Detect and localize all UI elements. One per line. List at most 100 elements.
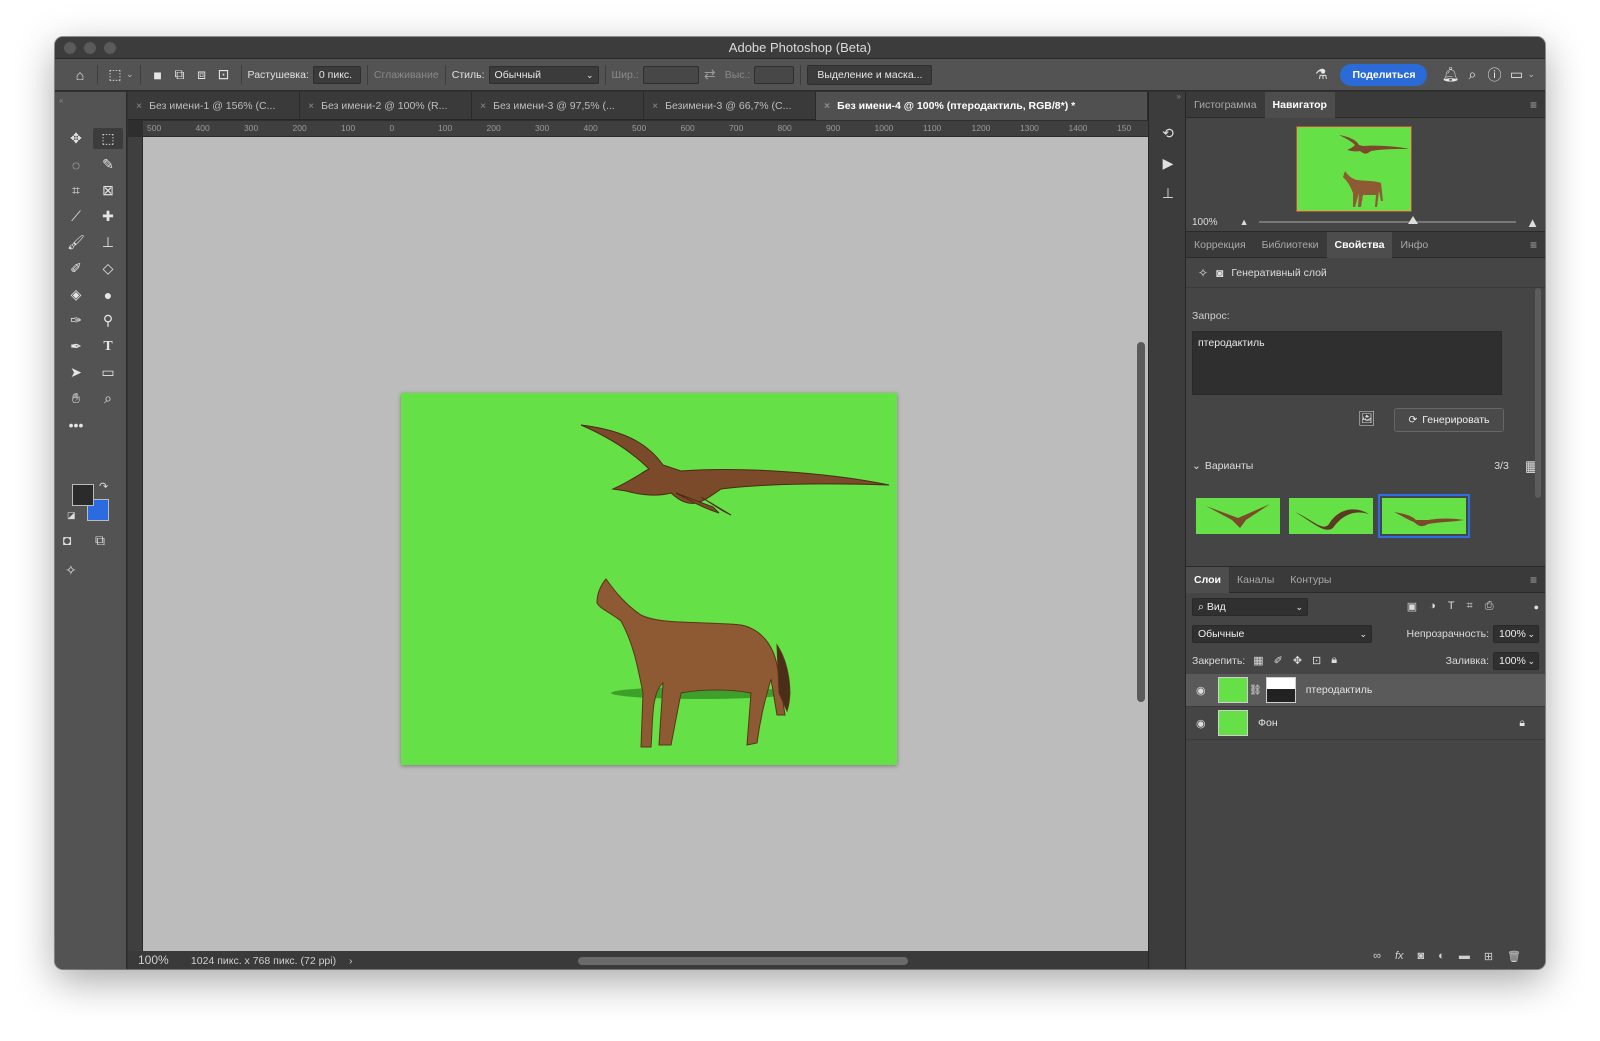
stamp-tool-icon[interactable]: ⊥ [93,232,123,253]
default-colors-icon[interactable]: ◪ [67,510,76,521]
healing-brush-tool-icon[interactable]: ✚ [93,206,123,227]
subtract-selection-icon[interactable]: ⧈ [191,64,213,86]
lock-all-icon[interactable]: 🔒︎ [1331,654,1337,667]
share-button[interactable]: Поделиться [1340,63,1428,86]
visibility-eye-icon[interactable]: ◉ [1196,684,1214,697]
canvas-pasteboard[interactable] [143,137,1148,951]
lock-pixels-icon[interactable]: ✐ [1274,654,1283,667]
close-tab-icon[interactable]: × [308,100,314,112]
screen-mode-icon[interactable]: ⧉ [95,532,105,549]
clone-source-icon[interactable]: ⊥ [1149,178,1187,208]
close-tab-icon[interactable]: × [824,100,830,112]
lock-position-icon[interactable]: ✥ [1293,654,1302,667]
filter-smart-icon[interactable]: ⎙ [1485,600,1494,613]
layer-row-background[interactable]: ◉ Фон 🔒︎ [1186,707,1545,740]
height-input[interactable] [754,65,795,84]
adjustment-layer-icon[interactable]: ◐ [1438,950,1445,963]
crop-tool-icon[interactable]: ⌗ [61,180,91,201]
collapse-icon[interactable]: » [1149,92,1185,118]
fill-input[interactable]: 100% ⌄ [1493,651,1539,670]
swap-icon[interactable]: ⇄ [699,64,721,86]
variant-thumb-2[interactable] [1289,498,1373,534]
chevron-down-icon[interactable]: ⌄ [126,69,134,80]
close-tab-icon[interactable]: × [652,100,658,112]
bell-icon[interactable]: 🔔︎ [1439,64,1461,86]
navigator-zoom-slider[interactable] [1258,216,1517,224]
new-group-icon[interactable]: ▬ [1459,950,1470,963]
tab-histogram[interactable]: Гистограмма [1186,92,1265,118]
layer-name[interactable]: птеродактиль [1306,684,1373,696]
lock-transparency-icon[interactable]: ▦ [1253,654,1263,667]
vertical-scrollbar[interactable] [1137,342,1145,702]
generate-button[interactable]: ⟳ Генерировать [1394,408,1504,432]
style-select[interactable]: Обычный ⌄ [488,65,599,84]
tab-layers[interactable]: Слои [1186,566,1229,593]
filter-type-icon[interactable]: T [1448,600,1455,613]
dodge-tool-icon[interactable]: ✑ [61,310,91,331]
navigator-thumbnail[interactable] [1296,126,1412,212]
tab-doc-5-active[interactable]: × Без имени-4 @ 100% (птеродактиль, RGB/8… [816,92,1148,120]
filter-adjustment-icon[interactable]: ◑ [1429,600,1436,613]
panel-menu-icon[interactable]: ≡ [1530,238,1537,252]
lock-icon[interactable]: 🔒︎ [1519,717,1525,730]
blur-tool-icon[interactable]: ● [93,284,123,305]
link-layers-icon[interactable]: ∞ [1373,950,1381,963]
frame-tool-icon[interactable]: ⊠ [93,180,123,201]
visibility-eye-icon[interactable]: ◉ [1196,717,1214,730]
opacity-input[interactable]: 100% ⌄ [1493,624,1539,643]
reference-image-icon[interactable]: 🖼︎ [1358,410,1376,427]
tab-doc-1[interactable]: × Без имени-1 @ 156% (С... [128,92,300,120]
search-icon[interactable]: ⌕ [1461,64,1483,86]
chevron-down-icon[interactable]: ⌄ [1527,69,1535,80]
tab-channels[interactable]: Каналы [1229,567,1282,593]
close-tab-icon[interactable]: × [480,100,486,112]
antialias-checkbox[interactable]: Сглаживание [374,69,439,81]
tab-info[interactable]: Инфо [1392,232,1436,258]
generative-fill-icon[interactable]: ✧ [65,562,77,579]
pen-tool-icon[interactable]: ✒ [61,336,91,357]
marquee-preset-icon[interactable]: ⬚ [104,64,126,86]
chain-link-icon[interactable]: ⛓︎ [1249,685,1262,696]
close-tab-icon[interactable]: × [136,100,142,112]
variants-header[interactable]: ⌄ Варианты 3/3 ▦ [1192,458,1539,475]
layer-thumbnail[interactable] [1218,677,1248,703]
quick-select-tool-icon[interactable]: ✎ [93,154,123,175]
tab-doc-3[interactable]: × Без имени-3 @ 97,5% (... [472,92,644,120]
add-mask-icon[interactable]: ◙ [1418,950,1425,963]
zoom-out-icon[interactable]: ▲ [1240,217,1249,227]
filter-toggle-icon[interactable]: ● [1534,602,1539,612]
select-and-mask-button[interactable]: Выделение и маска... [807,64,933,85]
quick-mask-icon[interactable]: ◘ [63,532,71,548]
lasso-tool-icon[interactable]: ◌ [61,154,91,175]
horizontal-scrollbar[interactable] [578,957,908,965]
tab-adjustments[interactable]: Коррекция [1186,232,1254,258]
fx-icon[interactable]: fx [1395,950,1404,963]
layer-name[interactable]: Фон [1258,717,1519,729]
prompt-textarea[interactable]: птеродактиль [1192,331,1502,395]
filter-shape-icon[interactable]: ⌗ [1467,600,1473,613]
variant-thumb-1[interactable] [1196,498,1280,534]
eraser-tool-icon[interactable]: ◇ [93,258,123,279]
path-select-tool-icon[interactable]: ➤ [61,362,91,383]
maximize-window-button[interactable] [104,42,116,54]
move-tool-icon[interactable]: ✥ [61,128,91,149]
tab-properties[interactable]: Свойства [1326,231,1393,258]
variant-thumb-3-selected[interactable] [1378,494,1470,538]
beta-flask-icon[interactable]: ⚗ [1310,64,1332,86]
close-window-button[interactable] [64,42,76,54]
rect-marquee-tool-icon[interactable]: ⬚ [93,128,123,149]
blend-mode-select[interactable]: Обычные ⌄ [1192,624,1372,643]
layer-row-pterodactyl[interactable]: ◉ ⛓︎ птеродактиль [1186,674,1545,707]
rectangle-tool-icon[interactable]: ▭ [93,362,123,383]
burn-tool-icon[interactable]: ⚲ [93,310,123,331]
type-tool-icon[interactable]: T [93,336,123,357]
tab-libraries[interactable]: Библиотеки [1254,232,1327,258]
eyedropper-tool-icon[interactable]: ⟋ [61,206,91,227]
zoom-level[interactable]: 100% [138,951,188,969]
panel-menu-icon[interactable]: ≡ [1530,98,1537,112]
navigator-zoom-value[interactable]: 100% [1192,217,1218,228]
history-brush-tool-icon[interactable]: ✐ [61,258,91,279]
history-panel-icon[interactable]: ⟲ [1149,118,1187,148]
new-layer-icon[interactable]: ⊞ [1484,950,1493,963]
workspace-icon[interactable]: ▭ [1505,64,1527,86]
